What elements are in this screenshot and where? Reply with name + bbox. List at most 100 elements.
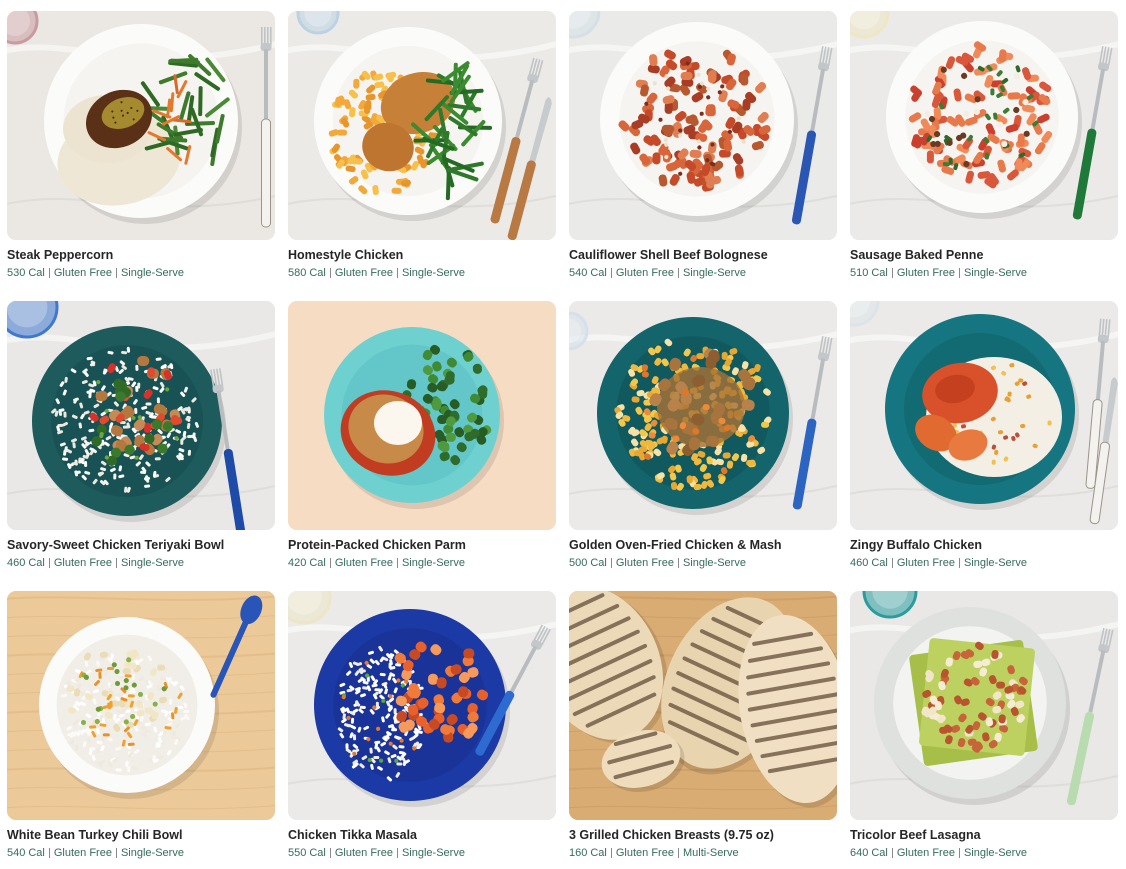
meal-photo [288,301,556,530]
meal-tag: Single-Serve [120,557,184,569]
meal-tag: Single-Serve [120,267,184,279]
meal-image[interactable] [569,11,837,240]
meta-separator [677,848,679,858]
meal-tag: Gluten Free [615,557,674,569]
meal-title[interactable]: Sausage Baked Penne [850,247,1118,263]
meta-separator [396,558,398,568]
meal-image[interactable] [569,301,837,530]
meal-tag: Gluten Free [896,847,955,859]
calories-value: 160 [569,847,588,859]
meal-meta: 540 Cal Gluten Free Single-Serve [569,266,837,280]
calories-value: 540 [7,847,26,859]
meta-separator [115,848,117,858]
meal-image[interactable] [7,591,275,820]
calories-value: 420 [288,557,307,569]
meta-separator [891,558,893,568]
calories-unit: Cal [590,847,607,859]
meal-meta: 460 Cal Gluten Free Single-Serve [7,556,275,570]
calories-unit: Cal [28,847,45,859]
meal-title[interactable]: Steak Peppercorn [7,247,275,263]
meal-tag: Gluten Free [615,267,674,279]
meal-meta: 420 Cal Gluten Free Single-Serve [288,556,556,570]
meal-image[interactable] [288,591,556,820]
meal-meta: 580 Cal Gluten Free Single-Serve [288,266,556,280]
meal-tag: Gluten Free [334,267,393,279]
meal-photo [288,11,556,240]
meal-tag: Gluten Free [53,267,112,279]
meal-card[interactable]: Chicken Tikka Masala 550 Cal Gluten Free Sin… [288,591,556,860]
meal-image[interactable] [7,11,275,240]
meal-tag: Single-Serve [963,847,1027,859]
meal-card[interactable]: White Bean Turkey Chili Bowl 540 Cal Gluten… [7,591,275,860]
meal-title[interactable]: White Bean Turkey Chili Bowl [7,827,275,843]
meal-image[interactable] [7,301,275,530]
meal-card[interactable]: Protein-Packed Chicken Parm 420 Cal Gluten … [288,301,556,570]
meal-tag: Gluten Free [53,557,112,569]
meal-image[interactable] [850,11,1118,240]
meal-image[interactable] [569,591,837,820]
meal-card[interactable]: Homestyle Chicken 580 Cal Gluten Free Single… [288,11,556,280]
meal-tag: Multi-Serve [682,847,739,859]
meal-title[interactable]: Chicken Tikka Masala [288,827,556,843]
meal-image[interactable] [850,591,1118,820]
meta-separator [958,848,960,858]
lasagna-noodle [919,638,1035,756]
calories-unit: Cal [590,267,607,279]
meal-photo [569,301,837,530]
meal-title[interactable]: 3 Grilled Chicken Breasts (9.75 oz) [569,827,837,843]
meta-separator [115,268,117,278]
calories-value: 540 [569,267,588,279]
meal-title[interactable]: Zingy Buffalo Chicken [850,537,1118,553]
meta-separator [891,848,893,858]
meal-card[interactable]: 3 Grilled Chicken Breasts (9.75 oz) 160 Ca… [569,591,837,860]
meta-separator [48,268,50,278]
meal-image[interactable] [288,301,556,530]
meal-image[interactable] [288,11,556,240]
meal-grid: Steak Peppercorn 530 Cal Gluten Free Single-… [7,11,1118,860]
meal-tag: Gluten Free [896,557,955,569]
meal-photo [288,591,556,820]
calories-value: 500 [569,557,588,569]
calories-unit: Cal [871,847,888,859]
meta-separator [48,558,50,568]
meal-meta: 550 Cal Gluten Free Single-Serve [288,846,556,860]
mozzarella [374,401,422,445]
meal-tag: Single-Serve [401,267,465,279]
meal-card[interactable]: Tricolor Beef Lasagna 640 Cal Gluten Free Si… [850,591,1118,860]
meal-photo [569,11,837,240]
meal-title[interactable]: Golden Oven-Fried Chicken & Mash [569,537,837,553]
meal-card[interactable]: Golden Oven-Fried Chicken & Mash 500 Cal Gl… [569,301,837,570]
meal-title[interactable]: Cauliflower Shell Beef Bolognese [569,247,837,263]
meal-title[interactable]: Protein-Packed Chicken Parm [288,537,556,553]
meal-title[interactable]: Tricolor Beef Lasagna [850,827,1118,843]
calories-value: 460 [7,557,26,569]
meal-card[interactable]: Steak Peppercorn 530 Cal Gluten Free Single-… [7,11,275,280]
meal-photo [569,591,837,820]
meta-separator [115,558,117,568]
meal-tag: Gluten Free [53,847,112,859]
meta-separator [610,558,612,568]
meta-separator [677,558,679,568]
meal-tag: Gluten Free [334,557,393,569]
meal-tag: Single-Serve [401,847,465,859]
meal-card[interactable]: Zingy Buffalo Chicken 460 Cal Gluten Free Si… [850,301,1118,570]
meal-card[interactable]: Cauliflower Shell Beef Bolognese 540 Cal Gl… [569,11,837,280]
meal-card[interactable]: Savory-Sweet Chicken Teriyaki Bowl 460 Cal… [7,301,275,570]
meal-image[interactable] [850,301,1118,530]
calories-unit: Cal [871,267,888,279]
calories-unit: Cal [309,267,326,279]
meal-tag: Single-Serve [120,847,184,859]
calories-value: 580 [288,267,307,279]
calories-value: 460 [850,557,869,569]
meta-separator [48,848,50,858]
calories-value: 530 [7,267,26,279]
meal-tag: Single-Serve [682,557,746,569]
meal-photo [7,11,275,240]
meta-separator [329,848,331,858]
meal-title[interactable]: Homestyle Chicken [288,247,556,263]
meta-separator [677,268,679,278]
meal-tag: Gluten Free [896,267,955,279]
meta-separator [396,268,398,278]
meal-card[interactable]: Sausage Baked Penne 510 Cal Gluten Free Sing… [850,11,1118,280]
meal-title[interactable]: Savory-Sweet Chicken Teriyaki Bowl [7,537,275,553]
